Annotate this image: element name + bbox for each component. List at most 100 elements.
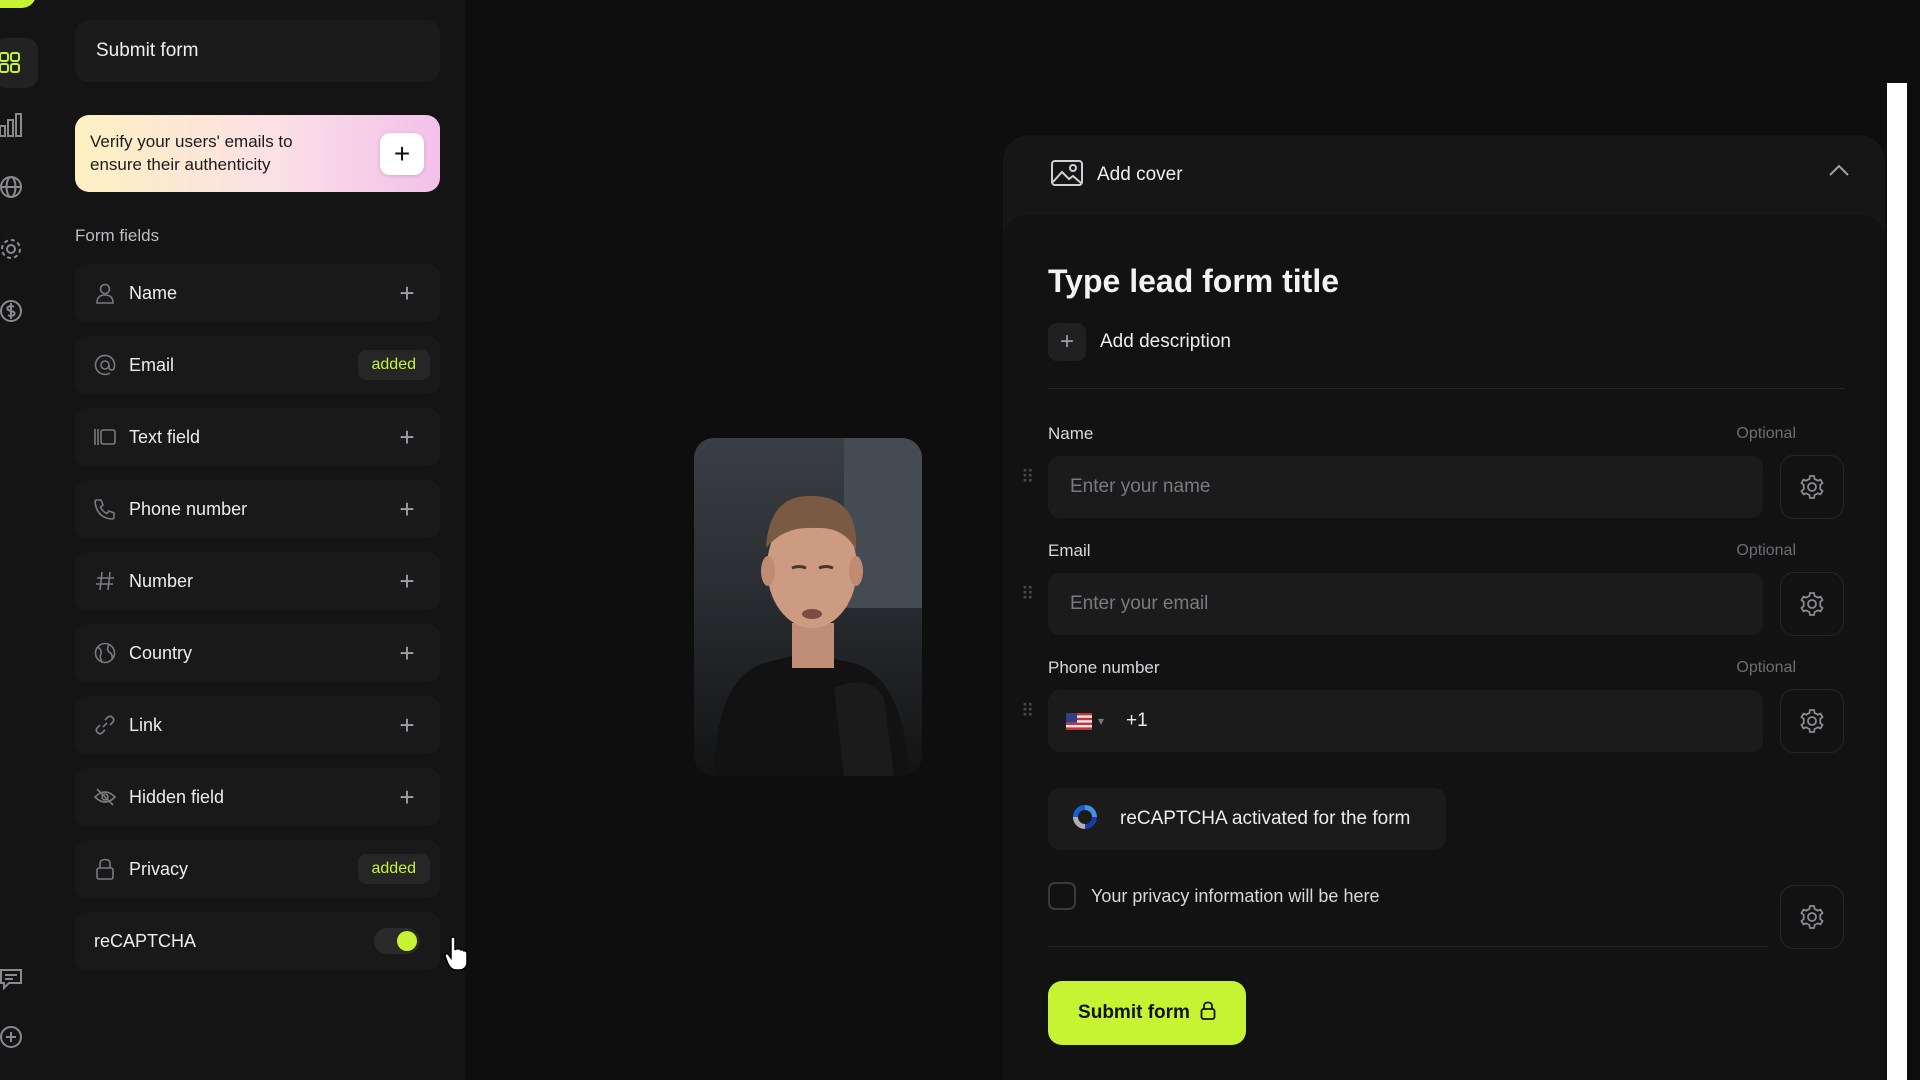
added-badge: added [357, 350, 430, 380]
recaptcha-toggle[interactable] [374, 928, 420, 954]
chat-icon[interactable] [0, 966, 22, 992]
text-field-icon [93, 425, 117, 449]
dashboard-icon[interactable] [0, 38, 38, 88]
add-field-button[interactable]: + [392, 422, 422, 452]
gear-icon [1800, 592, 1824, 616]
field-item-label: Privacy [129, 858, 189, 879]
form-preview-card: Add cover Type lead form title + Add des… [1003, 135, 1885, 1080]
phone-optional: Optional [1736, 659, 1796, 676]
promo-add-button[interactable]: + [380, 133, 424, 175]
name-optional: Optional [1736, 425, 1796, 442]
gear-icon [1800, 709, 1824, 733]
field-item-hidden-field[interactable]: Hidden field + [75, 768, 440, 826]
hand-cursor-icon [444, 936, 470, 977]
form-fields-panel: Submit form Verify your users' emails to… [52, 0, 468, 1080]
drag-handle-icon[interactable]: ⠿ [1021, 468, 1034, 486]
at-icon [93, 353, 117, 377]
submit-label: Submit form [1078, 1002, 1190, 1023]
add-description-label: Add description [1100, 331, 1231, 352]
drag-handle-icon[interactable]: ⠿ [1021, 702, 1034, 720]
divider [1048, 388, 1845, 389]
plus-icon: + [1048, 323, 1086, 361]
form-body: Type lead form title + Add description N… [1003, 215, 1885, 1080]
verify-email-promo[interactable]: Verify your users' emails to ensure thei… [75, 115, 440, 192]
form-submit-button[interactable]: Submit form [1048, 981, 1246, 1045]
phone-icon [93, 497, 117, 521]
field-item-phone-number[interactable]: Phone number + [75, 480, 440, 538]
link-icon [93, 713, 117, 737]
add-cover-label: Add cover [1097, 164, 1183, 185]
privacy-checkbox[interactable] [1048, 882, 1076, 910]
webcam-video [694, 438, 922, 776]
recaptcha-notice: reCAPTCHA activated for the form [1048, 788, 1446, 850]
name-settings-button[interactable] [1780, 455, 1844, 519]
add-field-button[interactable]: + [392, 638, 422, 668]
gear-icon [1800, 475, 1824, 499]
add-circle-icon[interactable] [0, 1024, 22, 1050]
name-input[interactable] [1048, 456, 1763, 518]
field-item-email[interactable]: Email added [75, 336, 440, 394]
field-item-label: Name [129, 282, 178, 303]
brand-logo[interactable] [0, 0, 36, 8]
phone-label: Phone number [1048, 658, 1160, 677]
person-icon [93, 281, 117, 305]
email-optional: Optional [1736, 542, 1796, 559]
field-item-label: Phone number [129, 498, 248, 519]
field-item-link[interactable]: Link + [75, 696, 440, 754]
form-fields-label: Form fields [75, 226, 160, 245]
phone-settings-button[interactable] [1780, 689, 1844, 753]
add-field-button[interactable]: + [392, 710, 422, 740]
field-item-label: Hidden field [129, 786, 225, 807]
email-label: Email [1048, 541, 1091, 560]
country-code: +1 [1126, 710, 1148, 731]
add-field-button[interactable]: + [392, 782, 422, 812]
name-label: Name [1048, 424, 1094, 443]
field-item-text-field[interactable]: Text field + [75, 408, 440, 466]
email-input[interactable] [1048, 573, 1763, 635]
add-field-button[interactable]: + [392, 278, 422, 308]
chevron-up-icon[interactable] [1829, 163, 1849, 181]
gear-icon [1800, 905, 1824, 929]
scrollbar[interactable] [1887, 83, 1907, 1080]
field-item-name[interactable]: Name + [75, 264, 440, 322]
add-description-button[interactable]: + Add description [1048, 323, 1231, 361]
bar-chart-icon[interactable] [0, 112, 22, 138]
field-item-number[interactable]: Number + [75, 552, 440, 610]
icon-rail [0, 0, 53, 1080]
image-icon [1051, 159, 1083, 191]
add-cover-bar[interactable]: Add cover [1003, 135, 1885, 215]
recaptcha-notice-text: reCAPTCHA activated for the form [1120, 808, 1411, 829]
chevron-down-icon[interactable]: ▾ [1098, 714, 1104, 728]
drag-handle-icon[interactable]: ⠿ [1021, 585, 1034, 603]
globe-icon[interactable] [0, 174, 22, 200]
add-field-button[interactable]: + [392, 494, 422, 524]
added-badge: added [357, 854, 430, 884]
lock-icon [93, 857, 117, 881]
us-flag-icon[interactable] [1066, 712, 1092, 730]
submit-form-button[interactable]: Submit form [75, 20, 440, 82]
field-item-label: Link [129, 714, 163, 735]
recaptcha-setting: reCAPTCHA [75, 912, 440, 970]
field-item-country[interactable]: Country + [75, 624, 440, 682]
promo-text: Verify your users' emails to ensure thei… [90, 132, 293, 174]
email-settings-button[interactable] [1780, 572, 1844, 636]
gear-icon[interactable] [0, 236, 22, 262]
presenter-image [714, 438, 922, 776]
privacy-row: Your privacy information will be here [1048, 882, 1379, 910]
add-field-button[interactable]: + [392, 566, 422, 596]
toggle-knob [397, 931, 417, 951]
globe-icon [93, 641, 117, 665]
privacy-text: Your privacy information will be here [1091, 885, 1380, 906]
form-title[interactable]: Type lead form title [1048, 263, 1339, 300]
field-item-label: Email [129, 354, 175, 375]
lock-icon [1200, 1001, 1216, 1026]
field-item-label: Country [129, 642, 193, 663]
eye-off-icon [93, 785, 117, 809]
dollar-icon[interactable] [0, 298, 22, 324]
phone-input[interactable]: ▾ +1 [1048, 690, 1763, 752]
field-item-label: Number [129, 570, 194, 591]
divider [1048, 946, 1768, 947]
field-item-privacy[interactable]: Privacy added [75, 840, 440, 898]
hash-icon [93, 569, 117, 593]
privacy-settings-button[interactable] [1780, 885, 1844, 949]
